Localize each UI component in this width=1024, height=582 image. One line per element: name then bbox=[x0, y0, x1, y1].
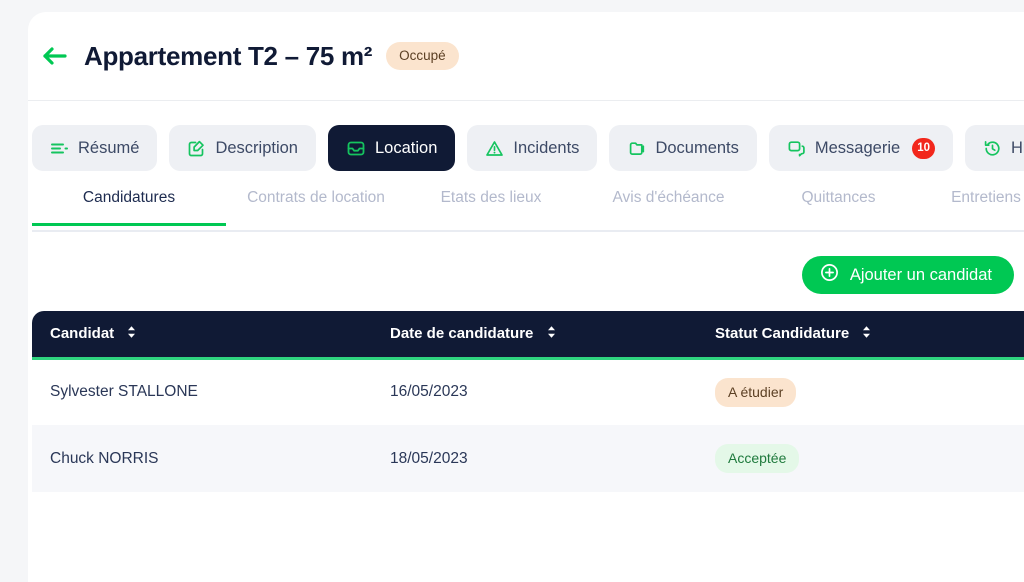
tab-location[interactable]: Location bbox=[328, 125, 456, 171]
status-badge: Occupé bbox=[386, 42, 459, 70]
sort-icon[interactable] bbox=[861, 325, 872, 343]
cell-candidat: Sylvester STALLONE bbox=[50, 383, 198, 401]
tab-messagerie[interactable]: Messagerie 10 bbox=[768, 125, 953, 171]
property-detail-card: Appartement T2 – 75 m² Occupé Résumé Des… bbox=[28, 12, 1024, 582]
arrow-left-icon bbox=[43, 47, 67, 65]
list-lines-icon bbox=[50, 139, 69, 158]
column-header-label: Date de candidature bbox=[390, 324, 534, 342]
cell-date: 18/05/2023 bbox=[372, 425, 697, 492]
edit-square-icon bbox=[187, 139, 206, 158]
chat-bubbles-icon bbox=[787, 139, 806, 158]
subtab-avis-decheance[interactable]: Avis d'échéance bbox=[576, 177, 761, 223]
cell-candidat: Chuck NORRIS bbox=[32, 425, 372, 492]
tab-documents[interactable]: Documents bbox=[609, 125, 757, 171]
page-header: Appartement T2 – 75 m² Occupé bbox=[28, 12, 1024, 101]
tab-label: Incidents bbox=[513, 138, 580, 157]
subtab-entretiens[interactable]: Entretiens bbox=[916, 177, 1024, 223]
status-badge: Acceptée bbox=[715, 444, 800, 473]
table-head: Candidat Date de candidature Statut Cand… bbox=[32, 311, 1024, 358]
cell-date: 16/05/2023 bbox=[390, 383, 468, 401]
tab-label: Documents bbox=[655, 138, 739, 157]
page-title: Appartement T2 – 75 m² bbox=[84, 40, 373, 71]
inbox-tray-icon bbox=[346, 139, 366, 158]
table-toolbar: Ajouter un candidat bbox=[28, 232, 1024, 294]
column-header-label: Candidat bbox=[50, 324, 115, 342]
subtab-quittances[interactable]: Quittances bbox=[761, 177, 916, 223]
table-row[interactable]: Sylvester STALLONE 16/05/2023 A étudier bbox=[32, 358, 1024, 425]
column-header-candidat[interactable]: Candidat bbox=[32, 311, 372, 358]
tab-historique[interactable]: Historique bbox=[964, 125, 1024, 171]
tab-description[interactable]: Description bbox=[169, 125, 316, 171]
subtab-candidatures[interactable]: Candidatures bbox=[32, 177, 226, 226]
tab-incidents[interactable]: Incidents bbox=[467, 125, 598, 171]
tab-label: Historique bbox=[1010, 138, 1024, 157]
column-header-date[interactable]: Date de candidature bbox=[372, 311, 697, 358]
sub-tab-bar: Candidatures Contrats de location Etats … bbox=[28, 177, 1024, 232]
table-body: Sylvester STALLONE 16/05/2023 A étudier … bbox=[32, 358, 1024, 492]
tab-label: Résumé bbox=[78, 138, 140, 157]
candidatures-table-wrap: Candidat Date de candidature Statut Cand… bbox=[28, 294, 1024, 492]
tab-resume[interactable]: Résumé bbox=[32, 125, 158, 171]
sub-tab-divider bbox=[32, 230, 1024, 232]
subtab-contrats-de-location[interactable]: Contrats de location bbox=[226, 177, 406, 223]
tab-label: Messagerie bbox=[814, 138, 901, 157]
back-button[interactable] bbox=[36, 37, 74, 75]
clock-history-icon bbox=[983, 139, 1002, 158]
tab-label: Description bbox=[215, 138, 298, 157]
tab-badge-count: 10 bbox=[912, 137, 935, 159]
table-row[interactable]: Chuck NORRIS 18/05/2023 Acceptée bbox=[32, 425, 1024, 492]
add-candidate-button[interactable]: Ajouter un candidat bbox=[801, 256, 1014, 294]
candidatures-table: Candidat Date de candidature Statut Cand… bbox=[32, 311, 1024, 492]
column-header-statut[interactable]: Statut Candidature bbox=[697, 311, 1024, 358]
add-candidate-label: Ajouter un candidat bbox=[849, 265, 992, 284]
folders-icon bbox=[627, 139, 646, 158]
table-header-row: Candidat Date de candidature Statut Cand… bbox=[32, 311, 1024, 358]
tab-label: Location bbox=[375, 138, 438, 157]
warning-triangle-icon bbox=[485, 139, 504, 158]
tab-bar: Résumé Description Location Incidents Do… bbox=[28, 101, 1024, 177]
column-header-label: Statut Candidature bbox=[715, 324, 850, 342]
cell-statut: A étudier bbox=[697, 358, 1024, 425]
subtab-etats-des-lieux[interactable]: Etats des lieux bbox=[406, 177, 576, 223]
status-badge: A étudier bbox=[715, 377, 797, 407]
plus-circle-icon bbox=[820, 263, 839, 287]
cell-statut: Acceptée bbox=[697, 425, 1024, 492]
sort-icon[interactable] bbox=[126, 325, 137, 343]
sort-icon[interactable] bbox=[546, 325, 557, 343]
